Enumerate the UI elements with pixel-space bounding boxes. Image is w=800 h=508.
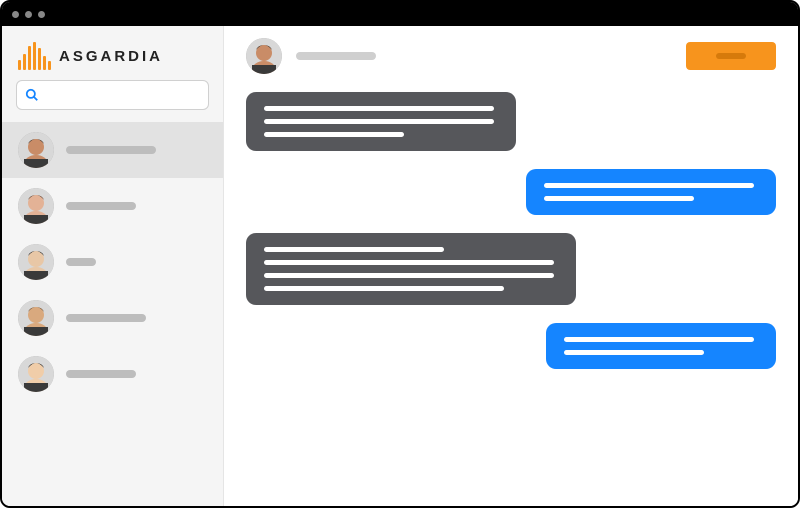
message-outgoing <box>526 169 776 215</box>
message-text-line <box>544 183 754 188</box>
message-text-line <box>264 273 554 278</box>
contact-preview <box>66 258 96 266</box>
active-contact-avatar[interactable] <box>246 38 282 74</box>
primary-action-button[interactable] <box>686 42 776 70</box>
sidebar: ASGARDIA <box>2 26 224 506</box>
brand-icon <box>18 42 51 70</box>
contact-avatar <box>18 244 54 280</box>
active-contact-name <box>296 52 376 60</box>
search-input[interactable] <box>16 80 209 110</box>
message-incoming <box>246 233 576 305</box>
message-text-line <box>264 286 504 291</box>
contact-preview <box>66 146 156 154</box>
message-text-line <box>264 106 494 111</box>
app-window: ASGARDIA <box>0 0 800 508</box>
contact-list <box>2 122 223 506</box>
message-text-line <box>564 337 754 342</box>
primary-action-label <box>716 53 746 59</box>
contact-preview <box>66 370 136 378</box>
message-incoming <box>246 92 516 151</box>
window-dot <box>38 11 45 18</box>
message-list <box>224 86 798 506</box>
contact-avatar <box>18 132 54 168</box>
chat-main <box>224 26 798 506</box>
contact-item[interactable] <box>2 234 223 290</box>
message-outgoing <box>546 323 776 369</box>
contact-item[interactable] <box>2 346 223 402</box>
contact-item[interactable] <box>2 178 223 234</box>
message-text-line <box>264 247 444 252</box>
chat-header <box>224 26 798 86</box>
app-body: ASGARDIA <box>2 26 798 506</box>
search-wrap <box>2 80 223 122</box>
search-field[interactable] <box>45 88 200 103</box>
contact-preview <box>66 314 146 322</box>
message-text-line <box>264 119 494 124</box>
message-text-line <box>564 350 704 355</box>
titlebar <box>2 2 798 26</box>
contact-item[interactable] <box>2 290 223 346</box>
message-text-line <box>264 132 404 137</box>
contact-avatar <box>18 300 54 336</box>
window-dot <box>12 11 19 18</box>
brand-logo: ASGARDIA <box>2 26 223 80</box>
contact-item[interactable] <box>2 122 223 178</box>
window-dot <box>25 11 32 18</box>
contact-avatar <box>18 356 54 392</box>
contact-preview <box>66 202 136 210</box>
message-text-line <box>264 260 554 265</box>
message-text-line <box>544 196 694 201</box>
search-icon <box>25 88 39 102</box>
contact-avatar <box>18 188 54 224</box>
brand-name: ASGARDIA <box>59 48 163 65</box>
